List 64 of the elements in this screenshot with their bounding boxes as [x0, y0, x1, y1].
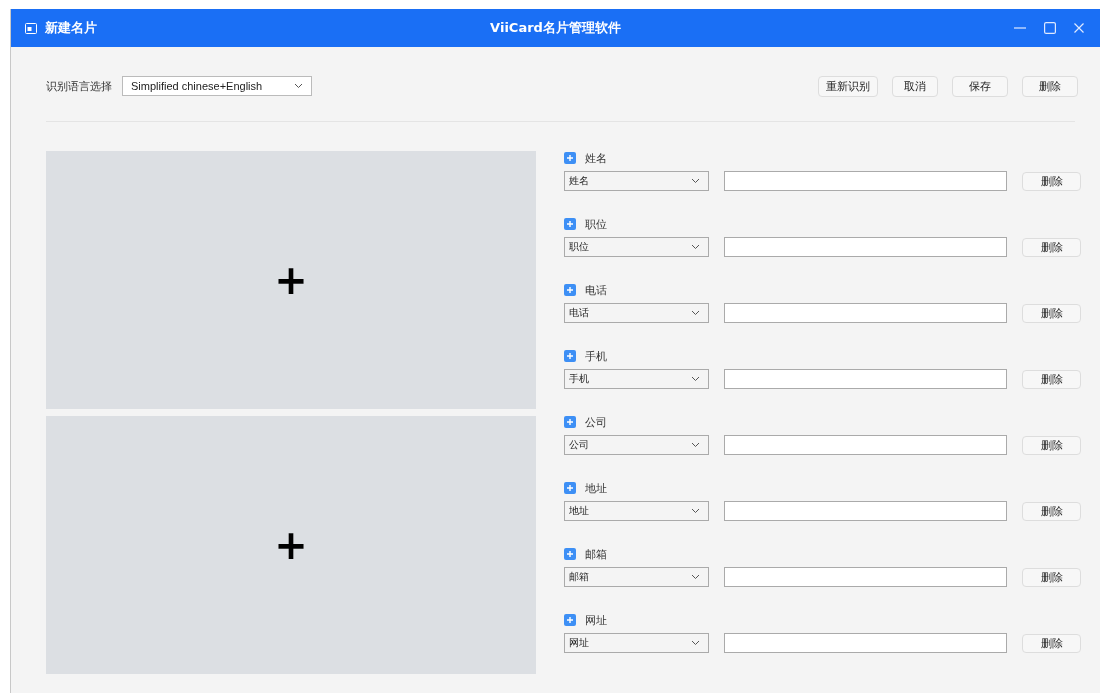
toolbar-button[interactable]: 删除 — [1022, 75, 1078, 97]
field-type-dropdown[interactable]: 邮箱 — [564, 567, 709, 587]
field-type-dropdown[interactable]: 电话 — [564, 303, 709, 323]
field-type-dropdown[interactable]: 姓名 — [564, 171, 709, 191]
chevron-down-icon — [691, 574, 700, 580]
delete-button[interactable]: 删除 — [1022, 171, 1081, 191]
field-label: 职位 — [585, 216, 607, 232]
toolbar-button[interactable]: 重新识别 — [818, 75, 878, 97]
field-label: 公司 — [585, 414, 607, 430]
field-label: 地址 — [585, 480, 607, 496]
toolbar-button[interactable]: 保存 — [952, 75, 1008, 97]
chevron-down-icon — [691, 508, 700, 514]
field-input[interactable] — [724, 303, 1007, 323]
field-label: 邮箱 — [585, 546, 607, 562]
field-input[interactable] — [724, 237, 1007, 257]
add-icon[interactable] — [564, 416, 576, 428]
field-type-dropdown[interactable]: 网址 — [564, 633, 709, 653]
add-icon[interactable] — [564, 614, 576, 626]
image-upload-area[interactable]: + — [46, 416, 536, 674]
add-icon[interactable] — [564, 152, 576, 164]
field-label: 姓名 — [585, 150, 607, 166]
delete-button[interactable]: 删除 — [1022, 501, 1081, 521]
chevron-down-icon — [691, 310, 700, 316]
add-icon[interactable] — [564, 350, 576, 362]
add-icon[interactable] — [564, 548, 576, 560]
delete-button[interactable]: 删除 — [1022, 633, 1081, 653]
window-title: 新建名片 — [45, 19, 97, 37]
chevron-down-icon — [691, 640, 700, 646]
chevron-down-icon — [691, 178, 700, 184]
app-title: ViiCard名片管理软件 — [490, 19, 621, 37]
add-icon[interactable] — [564, 284, 576, 296]
maximize-icon[interactable] — [1044, 22, 1056, 34]
add-icon[interactable] — [564, 218, 576, 230]
chevron-down-icon — [691, 244, 700, 250]
delete-button[interactable]: 删除 — [1022, 303, 1081, 323]
field-input[interactable] — [724, 435, 1007, 455]
delete-button[interactable]: 删除 — [1022, 435, 1081, 455]
delete-button[interactable]: 删除 — [1022, 237, 1081, 257]
field-label: 网址 — [585, 612, 607, 628]
close-icon[interactable] — [1074, 23, 1084, 33]
add-text: + — [274, 525, 308, 565]
field-type-dropdown[interactable]: 公司 — [564, 435, 709, 455]
image-upload-area[interactable]: + — [46, 151, 536, 409]
field-input[interactable] — [724, 171, 1007, 191]
field-label: 电话 — [585, 282, 607, 298]
card-icon — [25, 22, 37, 34]
chevron-down-icon — [294, 83, 303, 89]
language-label: 识别语言选择 — [46, 78, 112, 94]
field-type-dropdown[interactable]: 手机 — [564, 369, 709, 389]
toolbar-button[interactable]: 取消 — [892, 75, 938, 97]
delete-button[interactable]: 删除 — [1022, 567, 1081, 587]
add-icon[interactable] — [564, 482, 576, 494]
field-input[interactable] — [724, 567, 1007, 587]
field-label: 手机 — [585, 348, 607, 364]
field-input[interactable] — [724, 369, 1007, 389]
language-dropdown[interactable]: Simplified chinese+English — [122, 76, 312, 96]
field-input[interactable] — [724, 633, 1007, 653]
field-type-dropdown[interactable]: 地址 — [564, 501, 709, 521]
field-input[interactable] — [724, 501, 1007, 521]
chevron-down-icon — [691, 376, 700, 382]
chevron-down-icon — [691, 442, 700, 448]
delete-button[interactable]: 删除 — [1022, 369, 1081, 389]
add-text: + — [274, 260, 308, 300]
field-type-dropdown[interactable]: 职位 — [564, 237, 709, 257]
